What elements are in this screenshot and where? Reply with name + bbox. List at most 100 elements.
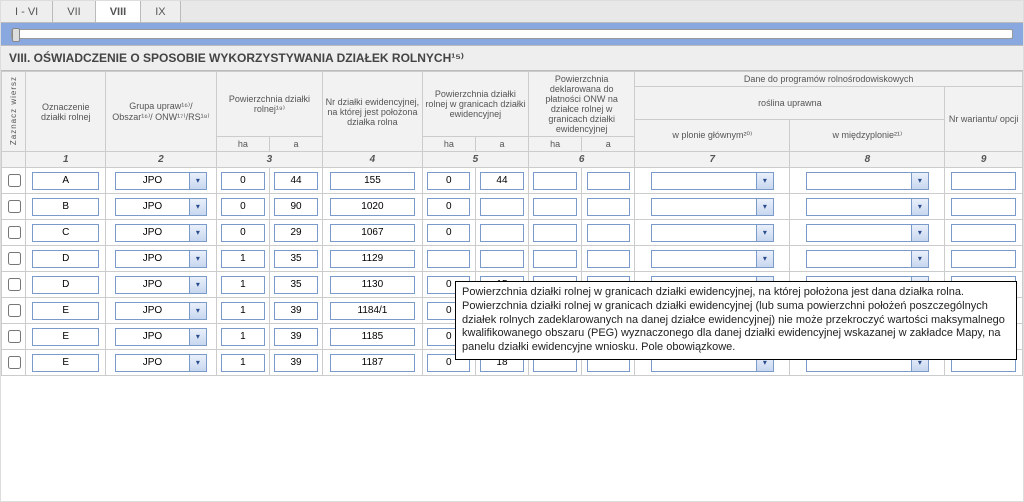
oznaczenie-input[interactable] [32,354,99,372]
pow-ha-input[interactable] [221,302,264,320]
nr-ewid-input[interactable] [330,250,415,268]
tab-viii[interactable]: VIII [96,1,142,22]
oznaczenie-input[interactable] [32,250,99,268]
pow-onw-a-input[interactable] [587,198,630,216]
pow-ewid-ha-input[interactable] [427,250,470,268]
row-checkbox[interactable] [8,226,21,239]
pow-ewid-a-input[interactable] [480,198,523,216]
grupa-upraw-input[interactable] [115,328,189,346]
oznaczenie-input[interactable] [32,328,99,346]
pow-a-input[interactable] [274,302,317,320]
plon-glowny-input[interactable] [651,224,756,242]
row-checkbox[interactable] [8,356,21,369]
pow-a-input[interactable] [274,354,317,372]
pow-a-input[interactable] [274,250,317,268]
nr-ewid-input[interactable] [330,224,415,242]
plon-glowny-input[interactable] [651,172,756,190]
oznaczenie-input[interactable] [32,224,99,242]
miedzyplon-input[interactable] [806,224,911,242]
pow-onw-ha-input[interactable] [533,198,576,216]
pow-ewid-a-input[interactable] [480,224,523,242]
nr-ewid-input[interactable] [330,302,415,320]
pow-ewid-ha-input[interactable] [427,224,470,242]
row-checkbox[interactable] [8,174,21,187]
pow-a-input[interactable] [274,224,317,242]
oznaczenie-input[interactable] [32,302,99,320]
nr-ewid-input[interactable] [330,276,415,294]
plon-glowny-dropdown-button[interactable]: ▾ [756,250,774,268]
nr-ewid-input[interactable] [330,328,415,346]
pow-ewid-a-input[interactable] [480,172,523,190]
slider-handle[interactable] [12,28,20,42]
pow-onw-ha-input[interactable] [533,224,576,242]
grupa-upraw-dropdown-button[interactable]: ▾ [189,354,207,372]
pow-ewid-a-input[interactable] [480,250,523,268]
miedzyplon-dropdown-button[interactable]: ▾ [911,224,929,242]
oznaczenie-input[interactable] [32,172,99,190]
miedzyplon-dropdown-button[interactable]: ▾ [911,172,929,190]
row-slider[interactable] [11,29,1013,39]
plon-glowny-dropdown-button[interactable]: ▾ [756,224,774,242]
col-grupa-upraw: Grupa upraw¹⁶⁾/ Obszar¹⁶⁾/ ONW¹⁷⁾/RS¹⁸⁾ [106,72,217,152]
grupa-upraw-input[interactable] [115,224,189,242]
grupa-upraw-dropdown-button[interactable]: ▾ [189,224,207,242]
pow-ha-input[interactable] [221,354,264,372]
pow-onw-a-input[interactable] [587,172,630,190]
grupa-upraw-dropdown-button[interactable]: ▾ [189,172,207,190]
miedzyplon-dropdown-button[interactable]: ▾ [911,198,929,216]
nr-wariantu-input[interactable] [951,250,1016,268]
tab-vii[interactable]: VII [53,1,95,22]
miedzyplon-input[interactable] [806,172,911,190]
grupa-upraw-dropdown-button[interactable]: ▾ [189,250,207,268]
pow-ha-input[interactable] [221,328,264,346]
pow-a-input[interactable] [274,276,317,294]
pow-a-input[interactable] [274,172,317,190]
grupa-upraw-dropdown-button[interactable]: ▾ [189,302,207,320]
pow-a-input[interactable] [274,198,317,216]
pow-ha-input[interactable] [221,224,264,242]
grupa-upraw-dropdown-button[interactable]: ▾ [189,328,207,346]
plon-glowny-input[interactable] [651,250,756,268]
pow-onw-ha-input[interactable] [533,172,576,190]
plon-glowny-dropdown-button[interactable]: ▾ [756,172,774,190]
pow-ha-input[interactable] [221,250,264,268]
row-checkbox[interactable] [8,252,21,265]
grupa-upraw-input[interactable] [115,276,189,294]
nr-ewid-input[interactable] [330,354,415,372]
pow-onw-ha-input[interactable] [533,250,576,268]
oznaczenie-input[interactable] [32,276,99,294]
pow-ha-input[interactable] [221,172,264,190]
nr-ewid-input[interactable] [330,172,415,190]
nr-ewid-input[interactable] [330,198,415,216]
pow-ewid-ha-input[interactable] [427,198,470,216]
pow-ha-input[interactable] [221,276,264,294]
pow-ha-input[interactable] [221,198,264,216]
pow-onw-a-input[interactable] [587,224,630,242]
pow-onw-a-input[interactable] [587,250,630,268]
col-ha-1: ha [216,137,269,152]
grupa-upraw-input[interactable] [115,172,189,190]
grupa-upraw-input[interactable] [115,354,189,372]
tab-ix[interactable]: IX [141,1,180,22]
row-checkbox[interactable] [8,200,21,213]
row-checkbox[interactable] [8,278,21,291]
row-checkbox[interactable] [8,330,21,343]
nr-wariantu-input[interactable] [951,198,1016,216]
grupa-upraw-input[interactable] [115,302,189,320]
nr-wariantu-input[interactable] [951,172,1016,190]
row-checkbox[interactable] [8,304,21,317]
miedzyplon-dropdown-button[interactable]: ▾ [911,250,929,268]
nr-wariantu-input[interactable] [951,224,1016,242]
tab-i-vi[interactable]: I - VI [1,1,53,22]
plon-glowny-dropdown-button[interactable]: ▾ [756,198,774,216]
oznaczenie-input[interactable] [32,198,99,216]
grupa-upraw-dropdown-button[interactable]: ▾ [189,198,207,216]
miedzyplon-input[interactable] [806,250,911,268]
miedzyplon-input[interactable] [806,198,911,216]
grupa-upraw-input[interactable] [115,250,189,268]
plon-glowny-input[interactable] [651,198,756,216]
grupa-upraw-input[interactable] [115,198,189,216]
pow-ewid-ha-input[interactable] [427,172,470,190]
grupa-upraw-dropdown-button[interactable]: ▾ [189,276,207,294]
pow-a-input[interactable] [274,328,317,346]
